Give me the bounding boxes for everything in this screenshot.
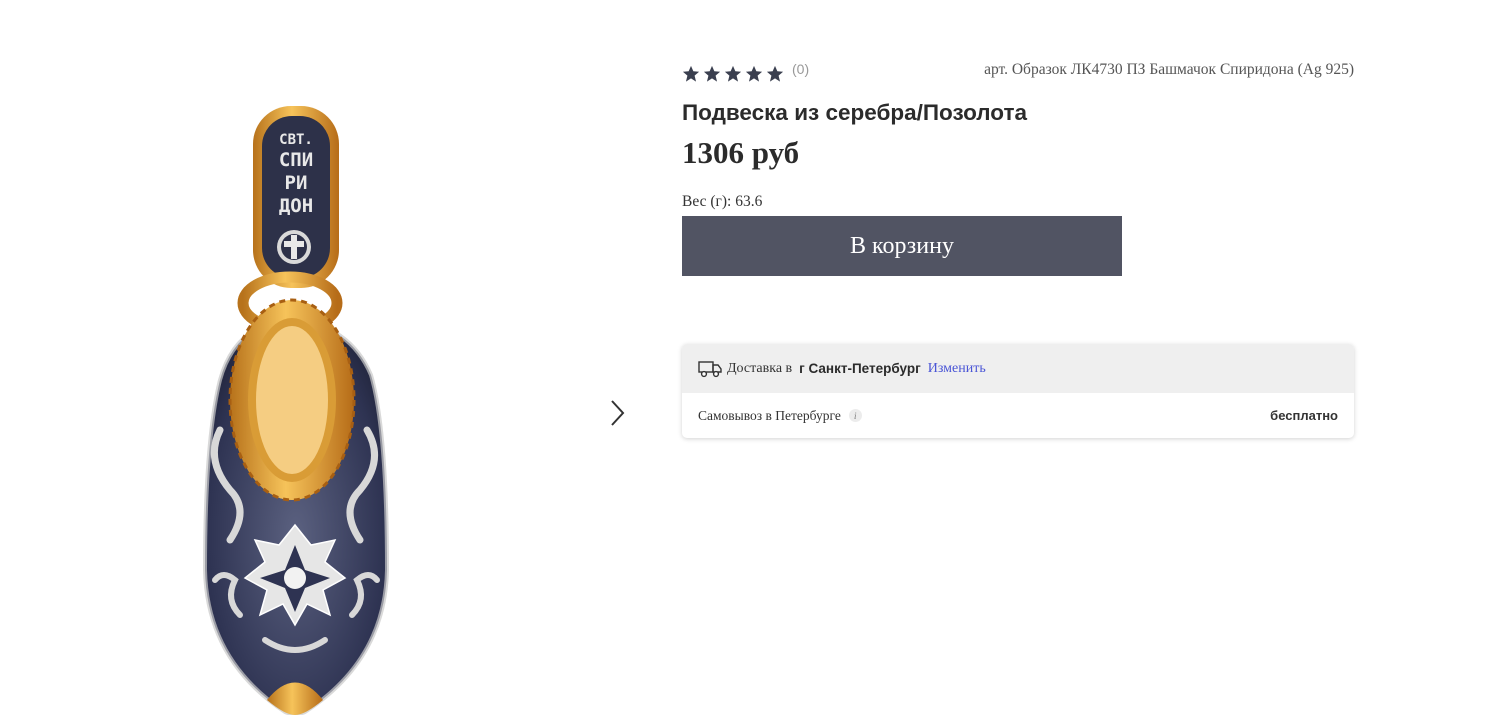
product-title: Подвеска из серебра/Позолота xyxy=(682,100,1027,125)
product-gallery: СВТ. СПИ РИ ДОН xyxy=(0,0,640,715)
star-icon[interactable] xyxy=(766,65,784,83)
change-city-link[interactable]: Изменить xyxy=(928,361,986,377)
info-icon[interactable]: i xyxy=(848,409,862,422)
product-weight: Вес (г): 63.6 xyxy=(682,193,763,210)
pickup-price: бесплатно xyxy=(1270,408,1338,423)
product-price: 1306 руб xyxy=(682,135,800,170)
rating: (0) xyxy=(682,60,809,82)
bail-inscription: СПИ xyxy=(279,149,313,171)
pickup-row: Самовывоз в Петербурге i бесплатно xyxy=(682,393,1354,438)
delivery-city: г Санкт-Петербург xyxy=(799,361,921,376)
review-count[interactable]: (0) xyxy=(792,61,809,77)
bail-inscription: СВТ. xyxy=(279,132,313,148)
add-to-cart-button[interactable]: В корзину xyxy=(682,216,1122,276)
rating-stars[interactable] xyxy=(682,65,784,83)
pickup-label: Самовывоз в Петербурге xyxy=(698,407,841,423)
bail-inscription: РИ xyxy=(285,172,308,194)
chevron-right-icon[interactable] xyxy=(606,398,630,428)
delivery-header: Доставка в г Санкт-Петербург Изменить xyxy=(682,344,1354,393)
delivery-label: Доставка в xyxy=(727,360,793,376)
article-number: арт. Образок ЛК4730 ПЗ Башмачок Спиридон… xyxy=(984,61,1354,78)
star-icon[interactable] xyxy=(745,65,763,83)
star-icon[interactable] xyxy=(703,65,721,83)
star-icon[interactable] xyxy=(682,65,700,83)
truck-icon xyxy=(698,360,722,377)
delivery-panel: Доставка в г Санкт-Петербург Изменить Са… xyxy=(682,344,1354,438)
product-image[interactable]: СВТ. СПИ РИ ДОН xyxy=(195,100,400,715)
bail-inscription: ДОН xyxy=(279,195,313,217)
star-icon[interactable] xyxy=(724,65,742,83)
